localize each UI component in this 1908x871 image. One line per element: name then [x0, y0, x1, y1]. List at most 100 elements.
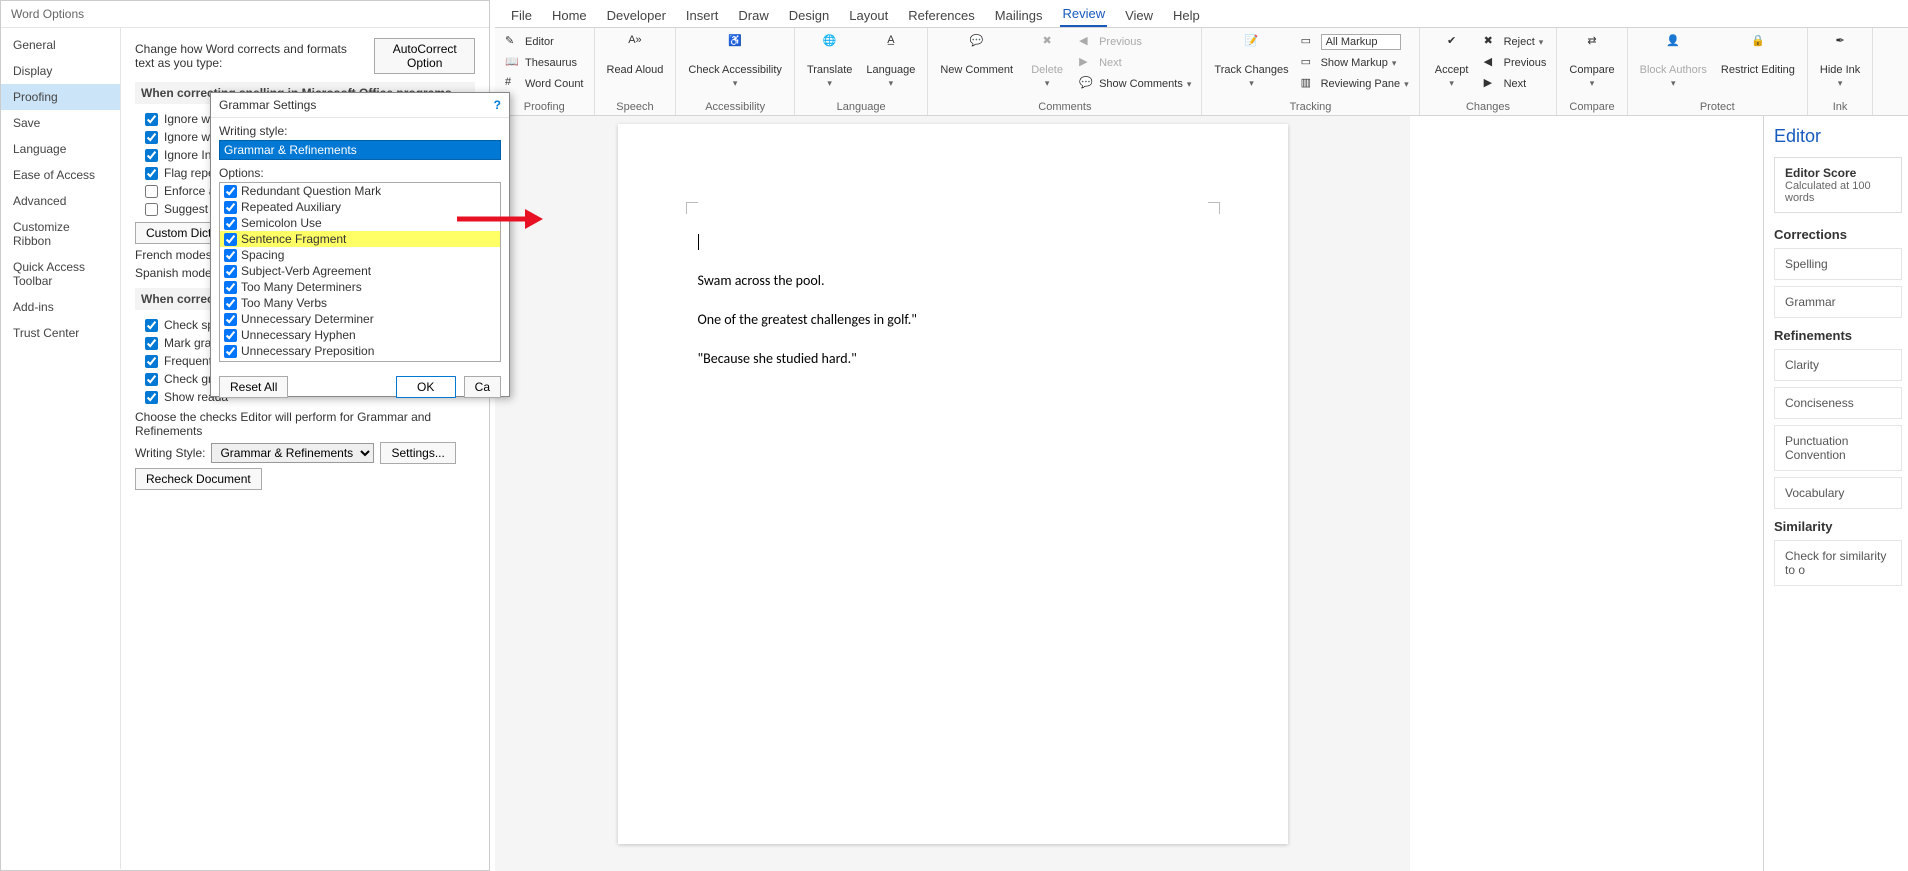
checkbox[interactable] [224, 265, 237, 278]
thesaurus-button[interactable]: 📖Thesaurus [501, 53, 588, 73]
writing-style-combo[interactable]: Grammar & Refinements [219, 140, 501, 160]
document-page[interactable]: Swam across the pool. One of the greates… [618, 124, 1288, 844]
editor-score-card[interactable]: Editor Score Calculated at 100 words [1774, 157, 1902, 213]
checkbox[interactable] [145, 131, 158, 144]
restrict-editing-button[interactable]: 🔒Restrict Editing [1715, 32, 1801, 78]
next-change-button[interactable]: ▶Next [1480, 74, 1551, 94]
hide-ink-button[interactable]: ✒Hide Ink [1814, 32, 1866, 91]
track-changes-icon: 📝 [1237, 34, 1265, 62]
reviewing-pane-button[interactable]: ▥Reviewing Pane [1297, 74, 1413, 94]
spelling-item[interactable]: Spelling [1774, 248, 1902, 280]
nav-item-language[interactable]: Language [1, 136, 120, 162]
tab-help[interactable]: Help [1171, 4, 1202, 27]
checkbox[interactable] [224, 233, 237, 246]
grammar-option[interactable]: Redundant Question Mark [220, 183, 500, 199]
checkbox[interactable] [145, 167, 158, 180]
markup-combo[interactable]: ▭All Markup [1297, 32, 1413, 52]
conciseness-item[interactable]: Conciseness [1774, 387, 1902, 419]
similarity-item[interactable]: Check for similarity to o [1774, 540, 1902, 586]
grammar-option[interactable]: Too Many Verbs [220, 295, 500, 311]
checkbox[interactable] [224, 185, 237, 198]
show-markup-button[interactable]: ▭Show Markup [1297, 53, 1413, 73]
nav-item-customize-ribbon[interactable]: Customize Ribbon [1, 214, 120, 254]
block-authors-button[interactable]: 👤Block Authors [1634, 32, 1713, 91]
checkbox[interactable] [224, 345, 237, 358]
checkbox[interactable] [145, 149, 158, 162]
accept-button[interactable]: ✔Accept [1426, 32, 1478, 91]
checkbox[interactable] [224, 297, 237, 310]
settings-button[interactable]: Settings... [380, 442, 455, 464]
grammar-option[interactable]: Unnecessary Preposition [220, 343, 500, 359]
compare-button[interactable]: ⇄Compare [1563, 32, 1620, 91]
tab-design[interactable]: Design [787, 4, 831, 27]
checkbox[interactable] [145, 373, 158, 386]
reject-button[interactable]: ✖Reject [1480, 32, 1551, 52]
previous-change-button[interactable]: ◀Previous [1480, 53, 1551, 73]
ok-button[interactable]: OK [396, 376, 456, 398]
writing-style-select[interactable]: Grammar & Refinements [211, 443, 374, 463]
new-comment-icon: 💬 [963, 34, 991, 62]
cancel-button[interactable]: Ca [464, 376, 501, 398]
show-comments-button[interactable]: 💬Show Comments [1075, 74, 1195, 94]
grammar-option[interactable]: Unnecessary Determiner [220, 311, 500, 327]
checkbox[interactable] [224, 361, 237, 363]
tab-layout[interactable]: Layout [847, 4, 890, 27]
translate-button[interactable]: 🌐Translate [801, 32, 858, 91]
tab-review[interactable]: Review [1060, 2, 1107, 27]
checkbox[interactable] [224, 329, 237, 342]
checkbox[interactable] [224, 201, 237, 214]
check-accessibility-button[interactable]: ♿Check Accessibility [682, 32, 788, 91]
grammar-option[interactable]: Unnecessary Hyphen [220, 327, 500, 343]
new-comment-button[interactable]: 💬New Comment [934, 32, 1019, 78]
read-aloud-button[interactable]: A»Read Aloud [601, 32, 670, 78]
checkbox[interactable] [145, 355, 158, 368]
checkbox[interactable] [145, 203, 158, 216]
nav-item-display[interactable]: Display [1, 58, 120, 84]
help-icon[interactable]: ? [494, 98, 501, 112]
checkbox[interactable] [145, 113, 158, 126]
grammar-option[interactable]: Subject-Verb Agreement [220, 263, 500, 279]
checkbox[interactable] [145, 337, 158, 350]
tab-references[interactable]: References [906, 4, 976, 27]
tab-home[interactable]: Home [550, 4, 589, 27]
nav-item-add-ins[interactable]: Add-ins [1, 294, 120, 320]
autocorrect-options-button[interactable]: AutoCorrect Option [374, 38, 475, 74]
checkbox[interactable] [224, 313, 237, 326]
grammar-option[interactable]: Too Many Determiners [220, 279, 500, 295]
clarity-item[interactable]: Clarity [1774, 349, 1902, 381]
nav-item-general[interactable]: General [1, 32, 120, 58]
grammar-option[interactable]: Spacing [220, 247, 500, 263]
checkbox[interactable] [145, 185, 158, 198]
checkbox[interactable] [224, 281, 237, 294]
grammar-item[interactable]: Grammar [1774, 286, 1902, 318]
checkbox[interactable] [145, 391, 158, 404]
tab-draw[interactable]: Draw [736, 4, 770, 27]
nav-item-trust-center[interactable]: Trust Center [1, 320, 120, 346]
recheck-document-button[interactable]: Recheck Document [135, 468, 262, 490]
checkbox[interactable] [224, 249, 237, 262]
nav-item-quick-access-toolbar[interactable]: Quick Access Toolbar [1, 254, 120, 294]
tab-file[interactable]: File [509, 4, 534, 27]
checkbox[interactable] [224, 217, 237, 230]
delete-comment-button[interactable]: ✖Delete [1021, 32, 1073, 91]
previous-comment-button[interactable]: ◀Previous [1075, 32, 1195, 52]
checkbox[interactable] [145, 319, 158, 332]
tab-mailings[interactable]: Mailings [993, 4, 1045, 27]
next-comment-button[interactable]: ▶Next [1075, 53, 1195, 73]
language-button[interactable]: A̲Language [860, 32, 921, 91]
nav-item-ease-of-access[interactable]: Ease of Access [1, 162, 120, 188]
punctuation-item[interactable]: Punctuation Convention [1774, 425, 1902, 471]
nav-item-proofing[interactable]: Proofing [1, 84, 120, 110]
nav-item-save[interactable]: Save [1, 110, 120, 136]
word-count-button[interactable]: #Word Count [501, 74, 588, 94]
nav-item-advanced[interactable]: Advanced [1, 188, 120, 214]
tab-insert[interactable]: Insert [684, 4, 721, 27]
reset-all-button[interactable]: Reset All [219, 376, 288, 398]
grammar-option[interactable]: Unnecessary Prepositional Phrase [220, 359, 500, 362]
track-changes-button[interactable]: 📝Track Changes [1208, 32, 1294, 91]
vocabulary-item[interactable]: Vocabulary [1774, 477, 1902, 509]
ribbon-area: File Home Developer Insert Draw Design Layout R… [495, 0, 1908, 116]
editor-button[interactable]: ✎Editor [501, 32, 588, 52]
tab-view[interactable]: View [1123, 4, 1155, 27]
tab-developer[interactable]: Developer [605, 4, 668, 27]
